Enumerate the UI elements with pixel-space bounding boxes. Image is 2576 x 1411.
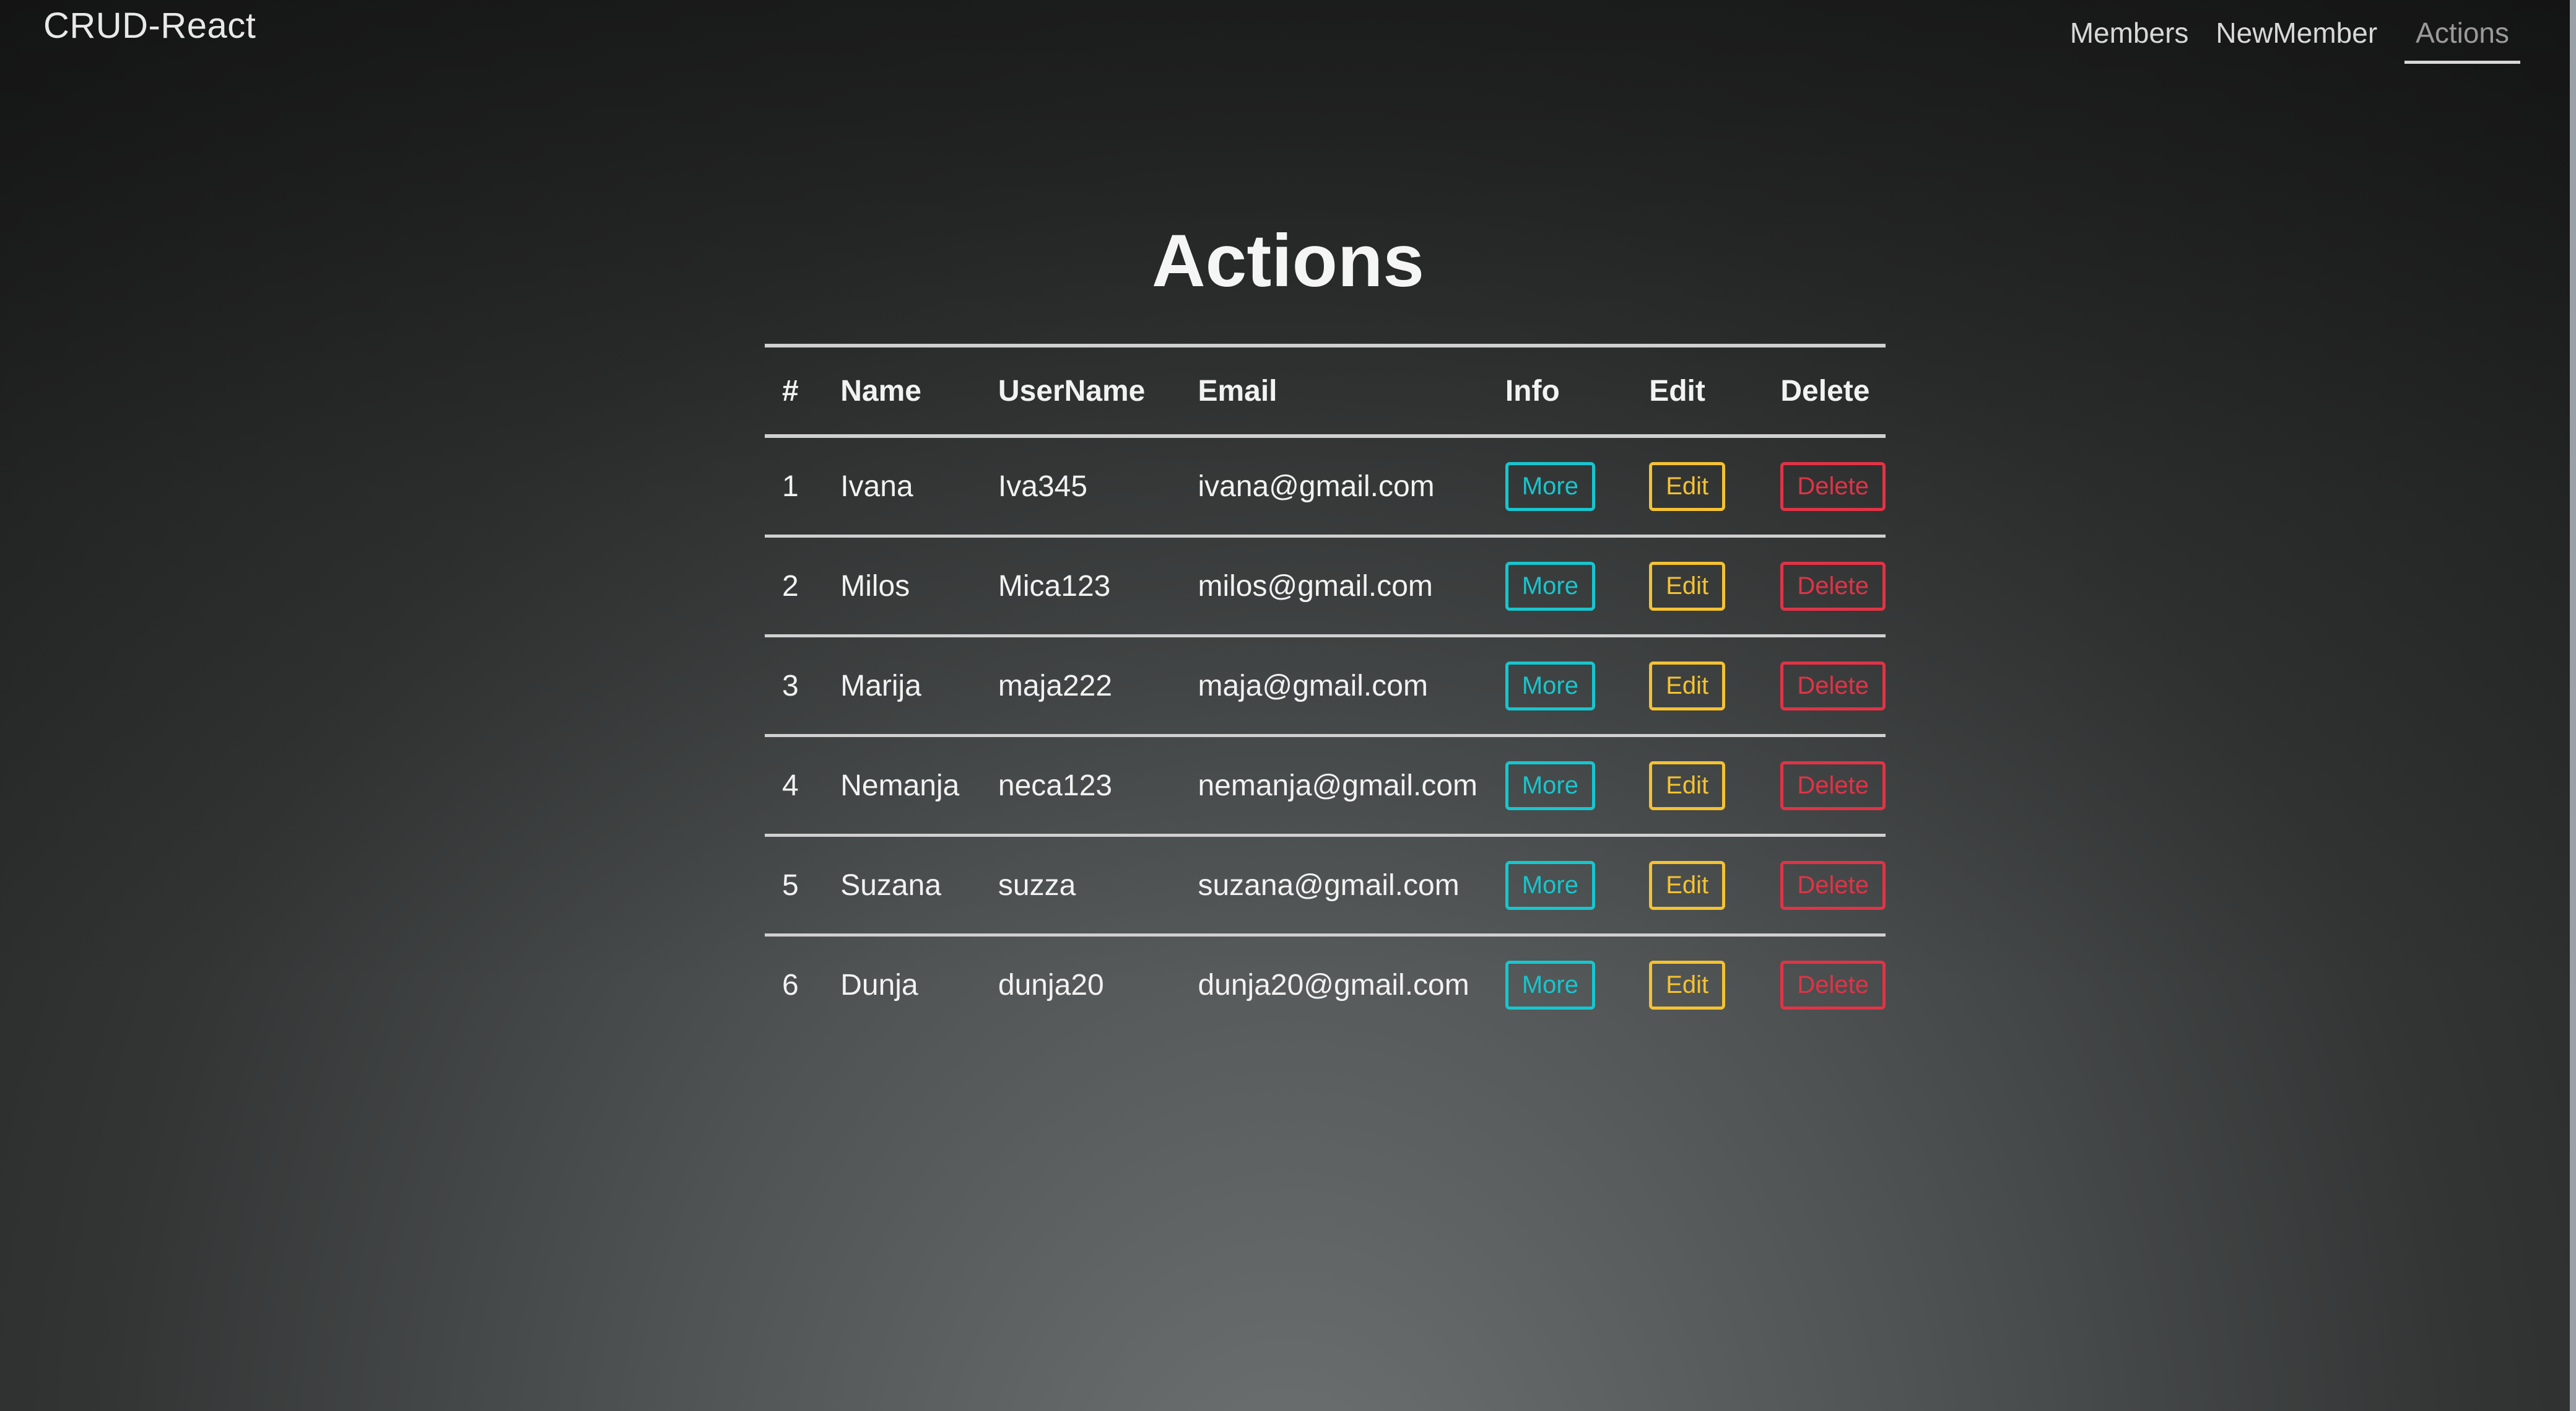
cell-number: 1 — [765, 436, 824, 538]
nav-link-members[interactable]: Members — [2070, 16, 2189, 64]
cell-email: milos@gmail.com — [1180, 536, 1488, 637]
members-table-container: # Name UserName Email Info Edit Delete 1… — [765, 344, 1886, 1033]
delete-cell: Delete — [1763, 636, 1886, 737]
more-button[interactable]: More — [1505, 860, 1595, 910]
column-header-delete: Delete — [1763, 344, 1886, 438]
nav-link-actions[interactable]: Actions — [2404, 16, 2520, 64]
cell-username: suzza — [980, 835, 1181, 937]
delete-cell: Delete — [1763, 436, 1886, 538]
cell-email: dunja20@gmail.com — [1198, 968, 1469, 1002]
column-header-number: # — [765, 344, 824, 438]
cell-username: maja222 — [980, 636, 1181, 737]
cell-email: maja@gmail.com — [1180, 636, 1488, 737]
cell-email: suzana@gmail.com — [1180, 835, 1488, 937]
more-cell: More — [1487, 536, 1632, 637]
column-header-email: Email — [1180, 344, 1488, 438]
edit-button[interactable]: Edit — [1649, 561, 1726, 611]
delete-button[interactable]: Delete — [1780, 661, 1886, 710]
more-button[interactable]: More — [1505, 761, 1595, 810]
delete-button[interactable]: Delete — [1780, 561, 1886, 611]
cell-username: neca123 — [980, 735, 1181, 837]
delete-button[interactable]: Delete — [1780, 761, 1886, 810]
table-body: 1 Ivana Iva345 ivana@gmail.com More Edit Delet… — [765, 436, 1886, 1033]
delete-cell: Delete — [1763, 935, 1886, 1034]
table-row: 1 Ivana Iva345 ivana@gmail.com More Edit Delet… — [765, 436, 1886, 538]
cell-email: nemanja@gmail.com — [1180, 735, 1488, 837]
nav-link-newmember[interactable]: NewMember — [2216, 16, 2377, 64]
navbar-brand[interactable]: CRUD-React — [43, 5, 256, 46]
more-button[interactable]: More — [1505, 461, 1595, 511]
edit-button[interactable]: Edit — [1649, 661, 1726, 710]
cell-number: 2 — [765, 536, 824, 637]
cell-email: ivana@gmail.com — [1180, 436, 1488, 538]
more-cell: More — [1487, 636, 1632, 737]
column-header-edit: Edit — [1632, 344, 1764, 438]
cell-name: Marija — [823, 636, 981, 737]
cell-username: Mica123 — [980, 536, 1181, 637]
edit-cell: Edit — [1632, 536, 1764, 637]
cell-name: Ivana — [823, 436, 981, 538]
edit-button[interactable]: Edit — [1649, 860, 1726, 910]
edit-cell: Edit — [1632, 835, 1764, 937]
delete-cell: Delete — [1763, 536, 1886, 637]
column-header-info: Info — [1487, 344, 1632, 438]
edit-button[interactable]: Edit — [1649, 960, 1726, 1010]
delete-button[interactable]: Delete — [1780, 860, 1886, 910]
column-header-username: UserName — [980, 344, 1181, 438]
more-cell: More — [1487, 436, 1632, 538]
members-table: # Name UserName Email Info Edit Delete 1… — [765, 344, 1886, 1033]
edit-button[interactable]: Edit — [1649, 461, 1726, 511]
table-row: 4 Nemanja neca123 nemanja@gmail.com More Edit… — [765, 735, 1886, 837]
edit-button[interactable]: Edit — [1649, 761, 1726, 810]
more-cell: More — [1487, 735, 1632, 837]
page-title: Actions — [1151, 219, 1425, 303]
cell-number: 3 — [765, 636, 824, 737]
more-cell: More — [1487, 835, 1632, 937]
column-header-name: Name — [823, 344, 981, 438]
edit-cell: Edit — [1632, 636, 1764, 737]
delete-cell: Delete — [1763, 735, 1886, 837]
cell-name: Milos — [823, 536, 981, 637]
cell-number: 5 — [765, 835, 824, 937]
more-button[interactable]: More — [1505, 960, 1595, 1010]
more-button[interactable]: More — [1505, 561, 1595, 611]
delete-button[interactable]: Delete — [1780, 960, 1886, 1010]
table-row: 3 Marija maja222 maja@gmail.com More Edit Dele… — [765, 636, 1886, 737]
cell-username: dunja20 — [998, 968, 1104, 1002]
cell-number: 4 — [765, 735, 824, 837]
cell-number: 6 — [782, 968, 799, 1002]
edit-cell: Edit — [1632, 935, 1763, 1034]
cell-name: Nemanja — [823, 735, 981, 837]
table-row: 2 Milos Mica123 milos@gmail.com More Edit Dele… — [765, 536, 1886, 637]
edit-cell: Edit — [1632, 436, 1764, 538]
screen-edge — [2570, 0, 2576, 1411]
table-row: 6 Dunja dunja20 dunja20@gmail.com More Edit De… — [765, 935, 1886, 1034]
cell-username: Iva345 — [980, 436, 1181, 538]
table-header-row: # Name UserName Email Info Edit Delete — [765, 344, 1886, 438]
cell-name: Dunja — [840, 968, 918, 1002]
more-button[interactable]: More — [1505, 661, 1595, 710]
edit-cell: Edit — [1632, 735, 1764, 837]
table-row: 5 Suzana suzza suzana@gmail.com More Edit Dele… — [765, 835, 1886, 937]
navbar-links: Members NewMember Actions — [2070, 16, 2520, 64]
more-cell: More — [1488, 935, 1632, 1034]
delete-button[interactable]: Delete — [1780, 461, 1886, 511]
cell-name: Suzana — [823, 835, 981, 937]
delete-cell: Delete — [1763, 835, 1886, 937]
